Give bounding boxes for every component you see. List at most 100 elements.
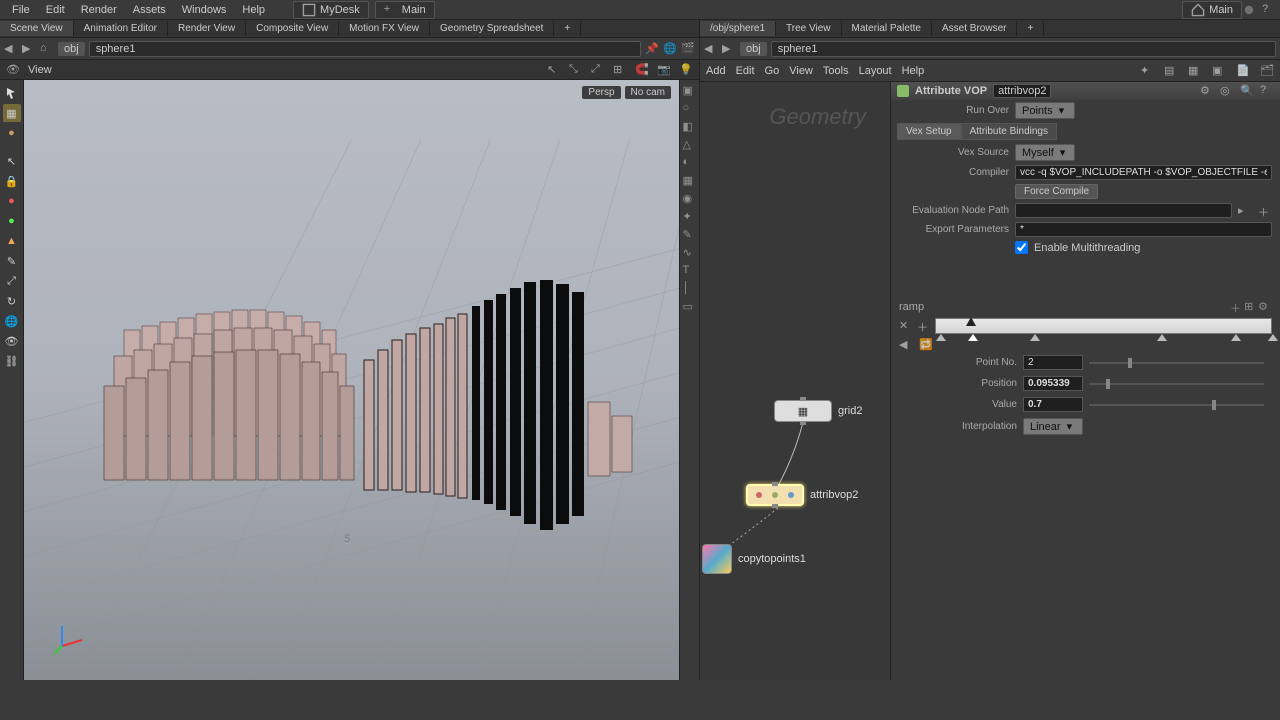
sel-move-icon[interactable]: ⤢ [591,63,605,77]
sel-arrow-icon[interactable]: ⤡ [569,63,583,77]
film-icon[interactable]: 🎬 [681,42,695,56]
tab-tree-view[interactable]: Tree View [776,21,841,36]
net-icon-5[interactable]: 📄 [1236,64,1250,78]
tab-add-right[interactable]: + [1017,21,1044,36]
tab-scene-view[interactable]: Scene View [0,21,74,36]
ramp-left-icon[interactable]: ◀ [899,338,913,352]
net-icon-1[interactable]: ✦ [1140,64,1154,78]
menu-file[interactable]: File [4,2,38,18]
magnet-icon[interactable]: 🧲 [635,63,649,77]
point-no-value[interactable]: 2 [1023,355,1083,370]
lamp-icon[interactable]: ✦ [683,210,697,224]
tab-attr-bindings[interactable]: Attribute Bindings [961,123,1057,140]
tab-add[interactable]: + [554,21,581,36]
box2-icon[interactable]: ▭ [683,300,697,314]
fwd2-icon[interactable]: ▶ [722,42,736,56]
node-name-field[interactable]: attribvop2 [993,84,1051,98]
take-selector[interactable]: + Main [375,1,435,19]
tab-geo-spreadsheet[interactable]: Geometry Spreadsheet [430,21,554,36]
tab-motionfx-view[interactable]: Motion FX View [339,21,430,36]
tab-vex-setup[interactable]: Vex Setup [897,123,961,140]
value-slider[interactable] [1089,404,1264,406]
compiler-input[interactable] [1015,165,1272,180]
globe-icon[interactable]: 🌐 [663,42,677,56]
text-icon[interactable]: T [683,264,697,278]
netmenu-edit[interactable]: Edit [736,65,755,77]
force-compile-button[interactable]: Force Compile [1015,184,1098,199]
curve-icon[interactable]: ∿ [683,246,697,260]
point-no-slider[interactable] [1089,362,1264,364]
tool-select[interactable] [3,84,21,102]
run-over-dropdown[interactable]: Points▾ [1015,102,1075,119]
fwd-icon[interactable]: ▶ [22,42,36,56]
tab-composite-view[interactable]: Composite View [246,21,339,36]
tab-render-view[interactable]: Render View [168,21,246,36]
interp-dropdown[interactable]: Linear▾ [1023,418,1083,435]
marker-icon[interactable]: ▣ [683,84,697,98]
pin-icon[interactable]: 📌 [645,42,659,56]
tool-globe[interactable]: 🌐 [3,312,21,330]
menu-help[interactable]: Help [234,2,273,18]
wire-icon[interactable]: △ [683,138,697,152]
search-icon[interactable]: 🔍 [1240,84,1254,98]
desk-selector[interactable]: MyDesk [293,1,369,19]
path-input-left[interactable]: sphere1 [89,41,641,57]
light-icon[interactable]: 💡 [679,63,693,77]
home-icon[interactable]: ⌂ [40,42,54,56]
node-grid2[interactable]: ▦ grid2 [774,400,862,422]
right-main-selector[interactable]: Main [1182,1,1242,19]
tool-rotate[interactable]: ↻ [3,292,21,310]
tex-icon[interactable]: ▦ [683,174,697,188]
viewport[interactable]: 5 Persp No cam [24,80,679,680]
netmenu-view[interactable]: View [789,65,813,77]
tool-eye[interactable]: 👁 [3,332,21,350]
node-attribvop2[interactable]: attribvop2 [746,484,858,506]
net-icon-3[interactable]: ▦ [1188,64,1202,78]
tab-anim-editor[interactable]: Animation Editor [74,21,168,36]
sel-icon[interactable]: ↖ [547,63,561,77]
tool-lock[interactable]: 🔒 [3,172,21,190]
ramp-plus-icon[interactable]: ＋ [917,319,931,333]
add-icon[interactable]: ＋ [1258,204,1272,218]
vex-source-dropdown[interactable]: Myself▾ [1015,144,1075,161]
menu-assets[interactable]: Assets [125,2,174,18]
tab-material-palette[interactable]: Material Palette [842,21,932,36]
eye-icon[interactable]: 👁 [6,63,20,77]
cam-none[interactable]: No cam [625,86,671,99]
tool-move[interactable]: ↖ [3,152,21,170]
shade-icon[interactable]: ◐ [683,156,697,170]
help2-icon[interactable]: ? [1260,84,1274,98]
value-value[interactable]: 0.7 [1023,397,1083,412]
tool-chain[interactable]: ⛓ [3,352,21,370]
position-value[interactable]: 0.095339 [1023,376,1083,391]
netmenu-add[interactable]: Add [706,65,726,77]
multithread-check[interactable] [1015,241,1028,254]
export-input[interactable] [1015,222,1272,237]
open-icon[interactable]: ▸ [1238,204,1252,218]
node-canvas[interactable]: Geometry ▦ grid2 [700,82,890,680]
cam-persp[interactable]: Persp [582,86,620,99]
ramp-del-icon[interactable]: ✕ [899,319,913,333]
tool-brush[interactable]: ✎ [3,252,21,270]
ramp-cursor-icon[interactable] [966,317,976,327]
menu-edit[interactable]: Edit [38,2,73,18]
crumb-obj2[interactable]: obj [740,42,767,56]
ramp-add-icon[interactable]: ＋ [1230,300,1244,314]
target-icon[interactable]: ◎ [1220,84,1234,98]
menu-windows[interactable]: Windows [174,2,235,18]
circle-icon[interactable]: ○ [683,102,697,116]
tool-tri[interactable]: ▲ [3,232,21,250]
netmenu-go[interactable]: Go [765,65,780,77]
cube-icon[interactable]: ◧ [683,120,697,134]
back2-icon[interactable]: ◀ [704,42,718,56]
cloud-icon[interactable] [1242,3,1256,17]
ramp-strip[interactable] [935,318,1272,334]
tool-green[interactable]: ● [3,212,21,230]
tool-sphere[interactable]: ● [3,124,21,142]
tool-box[interactable]: ▦ [3,104,21,122]
tool-red[interactable]: ● [3,192,21,210]
ramp-split-icon[interactable]: ⊞ [1244,300,1258,314]
eval-path-input[interactable] [1015,203,1232,218]
crumb-obj[interactable]: obj [58,42,85,56]
menu-render[interactable]: Render [73,2,125,18]
